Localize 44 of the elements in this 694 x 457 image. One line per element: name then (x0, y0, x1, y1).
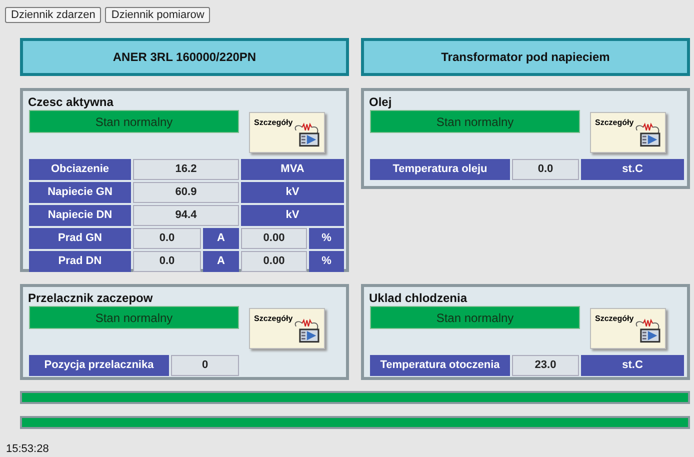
header-banner: ANER 3RL 160000/220PN (20, 38, 349, 76)
unit-cell: % (309, 228, 344, 249)
unit-cell: A (203, 251, 239, 272)
value-cell: 0.00 (241, 228, 307, 249)
value-cell: 0.0 (133, 228, 201, 249)
parameter-label: Temperatura oleju (370, 159, 510, 180)
panel-title: Olej (369, 95, 393, 109)
status-indicator: Stan normalny (29, 306, 239, 329)
unit-cell: st.C (581, 355, 684, 376)
unit-cell: MVA (241, 159, 344, 180)
panel-title: Czesc aktywna (28, 95, 114, 109)
value-cell: 0.0 (133, 251, 201, 272)
header-banner: Transformator pod napieciem (361, 38, 690, 76)
status-indicator: Stan normalny (29, 110, 239, 133)
details-button[interactable]: Szczegóły (590, 112, 666, 153)
status-indicator: Stan normalny (370, 306, 580, 329)
value-cell: 0 (171, 355, 239, 376)
details-button[interactable]: Szczegóły (249, 112, 325, 153)
toolbar-button[interactable]: Dziennik zdarzen (5, 7, 102, 23)
unit-cell: % (309, 251, 344, 272)
panel-title: Uklad chlodzenia (369, 291, 468, 305)
value-cell: 0.00 (241, 251, 307, 272)
value-cell: 16.2 (133, 159, 239, 180)
unit-cell: kV (241, 205, 344, 226)
value-cell: 0.0 (512, 159, 579, 180)
clock-time: 15:53:28 (6, 443, 49, 455)
details-button[interactable]: Szczegóły (249, 308, 325, 349)
unit-cell: kV (241, 182, 344, 203)
unit-cell: st.C (581, 159, 684, 180)
panel-title: Przelacznik zaczepow (28, 291, 154, 305)
details-button[interactable]: Szczegóły (590, 308, 666, 349)
parameter-label: Prad DN (29, 251, 131, 272)
status-indicator: Stan normalny (370, 110, 580, 133)
parameter-label: Napiecie DN (29, 205, 131, 226)
value-cell: 94.4 (133, 205, 239, 226)
parameter-label: Obciazenie (29, 159, 131, 180)
value-cell: 60.9 (133, 182, 239, 203)
parameter-label: Napiecie GN (29, 182, 131, 203)
toolbar-button[interactable]: Dziennik pomiarow (105, 7, 210, 23)
parameter-label: Temperatura otoczenia (370, 355, 510, 376)
parameter-label: Pozycja przelacznika (29, 355, 169, 376)
value-cell: 23.0 (512, 355, 579, 376)
parameter-label: Prad GN (29, 228, 131, 249)
unit-cell: A (203, 228, 239, 249)
